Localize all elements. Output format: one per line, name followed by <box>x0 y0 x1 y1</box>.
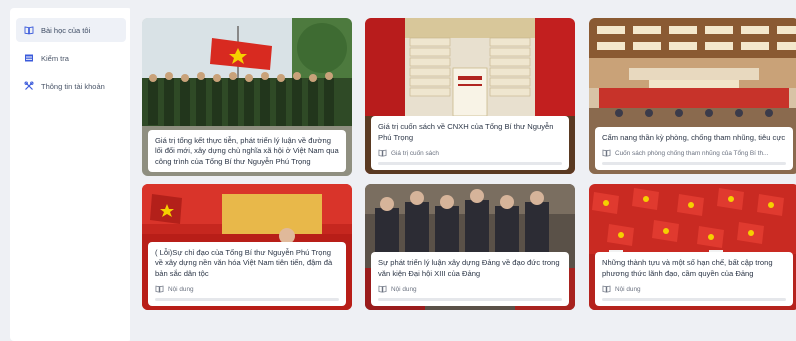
card-info-panel: Giá trị cuốn sách về CNXH của Tổng Bí th… <box>371 116 569 170</box>
card-title: Sự phát triển lý luận xây dựng Đảng về đ… <box>378 258 560 278</box>
sidebar-item-label: Kiểm tra <box>41 53 69 63</box>
card-meta: Nội dung <box>155 285 339 293</box>
card-meta: Cuốn sách phòng chống tham nhũng của Tổn… <box>602 149 786 157</box>
card-meta: Giá trị cuốn sách <box>378 149 562 157</box>
card-title: ( Lỗi)Sự chỉ đạo của Tổng Bí thư Nguyễn … <box>155 247 333 278</box>
sidebar-item-my-lessons[interactable]: Bài học của tôi <box>16 18 126 42</box>
progress-bar <box>378 298 562 301</box>
book-icon <box>602 285 611 293</box>
card-info-panel: Những thành tựu và một số hạn chế, bất c… <box>595 252 793 306</box>
lesson-card[interactable]: ( Lỗi)Sự chỉ đạo của Tổng Bí thư Nguyễn … <box>142 184 352 310</box>
lesson-card[interactable]: Sự phát triển lý luận xây dựng Đảng về đ… <box>365 184 575 310</box>
book-open-icon <box>24 25 34 35</box>
table-icon <box>24 53 34 63</box>
card-title: Giá trị tổng kết thực tiễn, phát triển l… <box>155 135 339 166</box>
sidebar-item-label: Bài học của tôi <box>41 25 91 35</box>
progress-bar <box>602 162 786 165</box>
sidebar: Bài học của tôi Kiểm tra Thông tin tài k… <box>10 8 132 341</box>
card-meta-text: Nội dung <box>168 285 194 293</box>
book-icon <box>602 149 611 157</box>
tools-icon <box>24 81 34 91</box>
card-meta-text: Nội dung <box>391 285 417 293</box>
card-meta-text: Giá trị cuốn sách <box>391 149 439 157</box>
book-icon <box>378 149 387 157</box>
card-info-panel: ( Lỗi)Sự chỉ đạo của Tổng Bí thư Nguyễn … <box>148 241 346 306</box>
lesson-card[interactable]: Giá trị tổng kết thực tiễn, phát triển l… <box>142 18 352 176</box>
card-info-panel: Sự phát triển lý luận xây dựng Đảng về đ… <box>371 252 569 306</box>
progress-bar <box>155 298 339 301</box>
lesson-grid: Giá trị tổng kết thực tiễn, phát triển l… <box>130 0 796 341</box>
lesson-card[interactable]: Giá trị cuốn sách về CNXH của Tổng Bí th… <box>365 18 575 174</box>
lesson-card[interactable]: Cẩm nang thần kỳ phòng, chống tham nhũng… <box>589 18 796 174</box>
card-meta: Nội dung <box>602 285 786 293</box>
card-info-panel: Giá trị tổng kết thực tiễn, phát triển l… <box>148 129 346 172</box>
card-meta-text: Nội dung <box>615 285 641 293</box>
card-info-panel: Cẩm nang thần kỳ phòng, chống tham nhũng… <box>595 126 793 170</box>
progress-bar <box>602 298 786 301</box>
sidebar-item-label: Thông tin tài khoản <box>41 81 105 91</box>
card-meta-text: Cuốn sách phòng chống tham nhũng của Tổn… <box>615 149 769 157</box>
progress-bar <box>378 162 562 165</box>
card-title: Giá trị cuốn sách về CNXH của Tổng Bí th… <box>378 122 554 142</box>
book-icon <box>378 285 387 293</box>
sidebar-item-tests[interactable]: Kiểm tra <box>16 46 126 70</box>
sidebar-item-account[interactable]: Thông tin tài khoản <box>16 74 126 98</box>
card-title: Cẩm nang thần kỳ phòng, chống tham nhũng… <box>602 132 786 142</box>
lesson-card[interactable]: Những thành tựu và một số hạn chế, bất c… <box>589 184 796 310</box>
app-window: Bài học của tôi Kiểm tra Thông tin tài k… <box>0 0 796 341</box>
card-title: Những thành tựu và một số hạn chế, bất c… <box>602 258 773 278</box>
book-icon <box>155 285 164 293</box>
card-meta: Nội dung <box>378 285 562 293</box>
